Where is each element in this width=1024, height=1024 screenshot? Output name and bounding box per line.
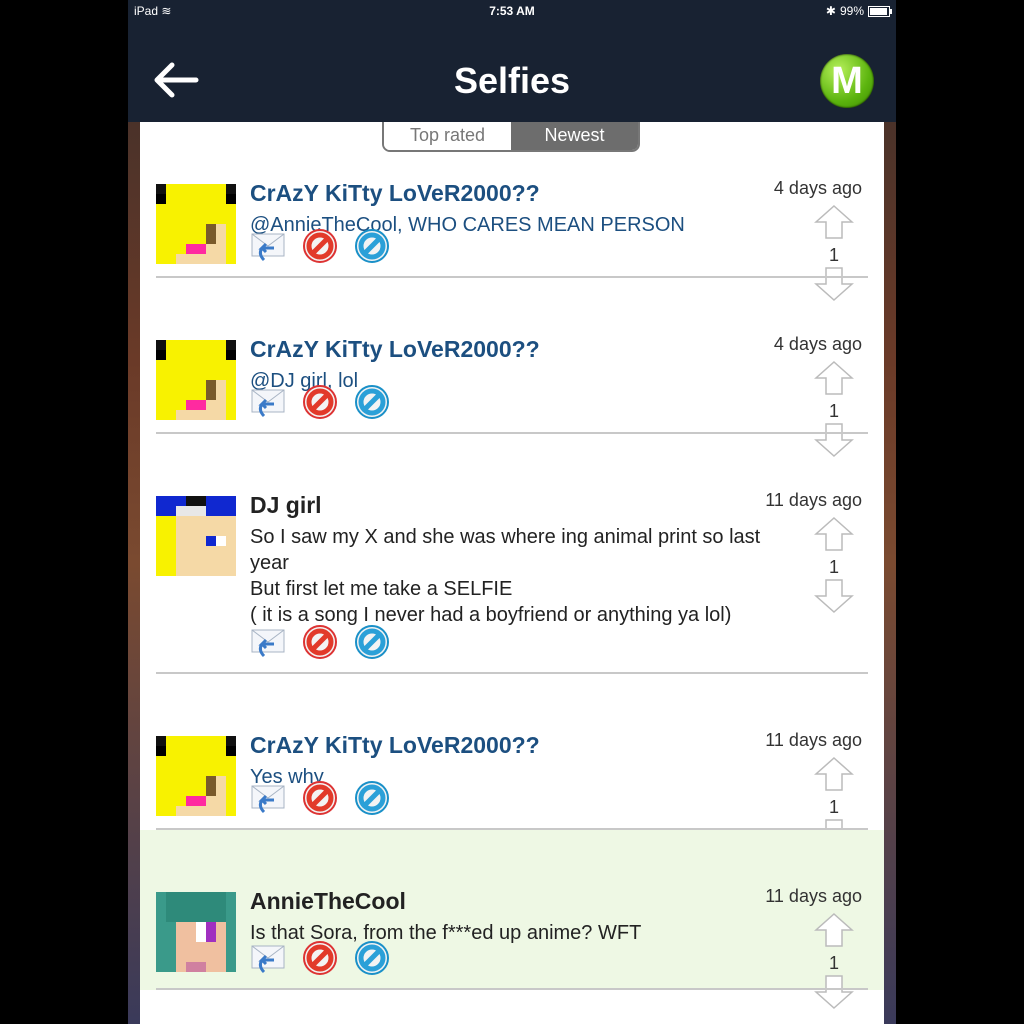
comment-actions [250,624,390,660]
comment-timestamp: 11 days ago [765,730,862,750]
feed-panel: Top rated Newest CrAzY KiTty LoVeR2000??… [140,122,884,1024]
block-icon[interactable] [354,940,390,976]
report-icon[interactable] [302,624,338,660]
block-icon[interactable] [354,624,390,660]
avatar[interactable] [156,184,236,264]
comment-item: CrAzY KiTty LoVeR2000?? @DJ girl, lol 4 … [140,278,884,458]
comment-author[interactable]: CrAzY KiTty LoVeR2000?? [250,336,540,363]
reply-icon[interactable] [250,940,286,976]
avatar[interactable] [156,892,236,972]
comment-timestamp: 11 days ago [765,490,862,510]
upvote-icon[interactable] [814,516,854,552]
vote-score: 1 [828,953,839,973]
comment-timestamp: 4 days ago [773,334,862,354]
comment-timestamp: 4 days ago [773,178,862,198]
reply-icon[interactable] [250,384,286,420]
comment-actions [250,228,390,264]
vote-score: 1 [828,797,839,817]
battery-icon [868,5,892,17]
comment-author[interactable]: AnnieTheCool [250,888,406,915]
comment-actions [250,780,390,816]
comment-item: CrAzY KiTty LoVeR2000?? @AnnieTheCool, W… [140,122,884,302]
vote-control: 1 [814,516,854,619]
divider [156,988,868,990]
avatar[interactable] [156,340,236,420]
downvote-icon[interactable] [814,578,854,614]
reply-icon[interactable] [250,228,286,264]
avatar[interactable] [156,736,236,816]
status-bar: iPad ≋ 7:53 AM ✱ 99% [128,0,896,22]
block-icon[interactable] [354,228,390,264]
app-screen: iPad ≋ 7:53 AM ✱ 99% Selfies M Top rated… [128,0,896,1024]
report-icon[interactable] [302,228,338,264]
avatar[interactable] [156,496,236,576]
vote-score: 1 [828,557,839,577]
report-icon[interactable] [302,780,338,816]
comment-author[interactable]: CrAzY KiTty LoVeR2000?? [250,180,540,207]
report-icon[interactable] [302,384,338,420]
page-title: Selfies [453,60,571,101]
block-icon[interactable] [354,780,390,816]
clock: 7:53 AM [489,4,535,18]
comment-timestamp: 11 days ago [765,886,862,906]
bluetooth-icon: ✱ [825,4,836,18]
vote-score: 1 [828,245,839,265]
comment-actions [250,940,390,976]
downvote-icon[interactable] [814,974,854,1010]
comment-author[interactable]: DJ girl [250,492,322,519]
vote-score: 1 [828,401,839,421]
block-icon[interactable] [354,384,390,420]
upvote-icon[interactable] [814,204,854,240]
comment-item: AnnieTheCool Is that Sora, from the f***… [140,830,884,1010]
reply-icon[interactable] [250,780,286,816]
vote-control: 1 [814,912,854,1015]
battery-percent: 99% [839,4,864,18]
upvote-icon[interactable] [814,360,854,396]
app-logo-button[interactable]: M [820,54,874,108]
battery-area: ✱ 99% [825,4,892,18]
comment-item: CrAzY KiTty LoVeR2000?? Yes why 11 days … [140,674,884,854]
comment-actions [250,384,390,420]
reply-icon[interactable] [250,624,286,660]
report-icon[interactable] [302,940,338,976]
upvote-icon[interactable] [814,912,854,948]
nav-bar: Selfies [128,22,896,122]
comment-author[interactable]: CrAzY KiTty LoVeR2000?? [250,732,540,759]
upvote-icon[interactable] [814,756,854,792]
comment-item: DJ girl So I saw my X and she was where … [140,434,884,674]
comment-text: So I saw my X and she was where ing anim… [250,526,761,626]
